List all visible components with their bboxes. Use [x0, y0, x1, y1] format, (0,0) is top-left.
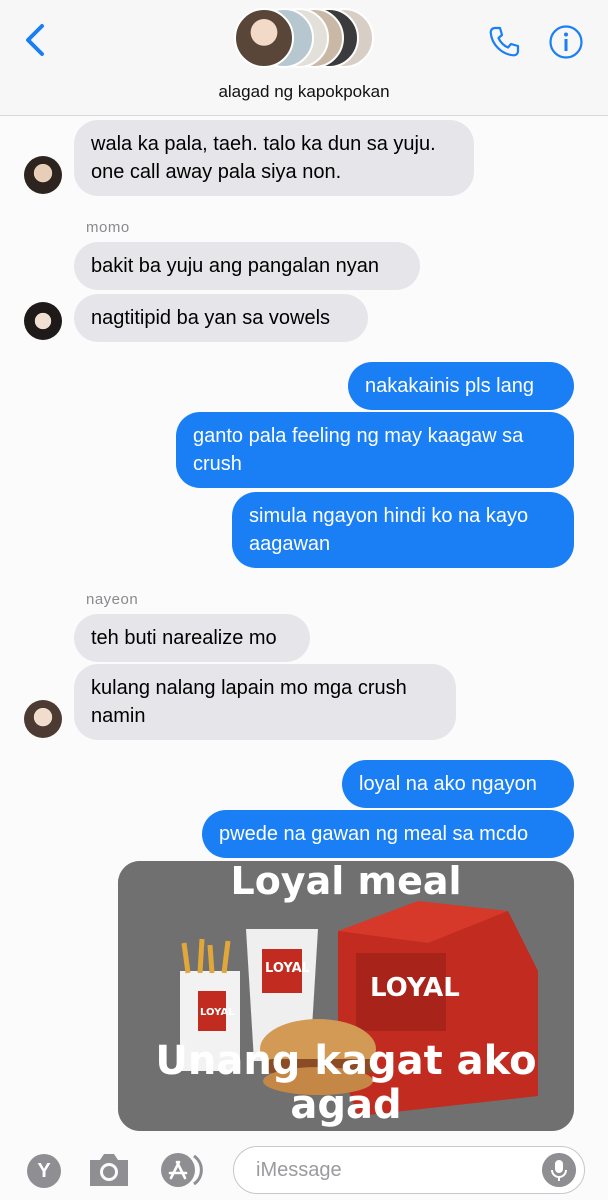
fries-label: LOYAL	[200, 1007, 235, 1018]
info-icon[interactable]	[548, 24, 584, 60]
group-name[interactable]: alagad ng kapokpokan	[0, 82, 608, 102]
box-label: LOYAL	[370, 973, 460, 1003]
microphone-icon[interactable]	[542, 1153, 576, 1187]
group-member-avatar	[234, 8, 294, 68]
message-input[interactable]: iMessage	[233, 1146, 585, 1194]
outgoing-message[interactable]: nakakainis pls lang	[348, 362, 574, 410]
sender-avatar[interactable]	[24, 156, 62, 194]
yahoo-app-icon[interactable]: Y	[27, 1154, 61, 1188]
conversation-header: alagad ng kapokpokan	[0, 0, 608, 116]
phone-icon[interactable]	[486, 24, 522, 60]
incoming-message[interactable]: nagtitipid ba yan sa vowels	[74, 294, 368, 342]
cup-label: LOYAL	[265, 961, 310, 976]
sender-name: momo	[86, 219, 130, 236]
outgoing-message[interactable]: simula ngayon hindi ko na kayo aagawan	[232, 492, 574, 568]
group-avatar-stack[interactable]	[234, 8, 374, 70]
sender-name: nayeon	[86, 591, 139, 608]
incoming-message[interactable]: bakit ba yuju ang pangalan nyan	[74, 242, 420, 290]
incoming-message[interactable]: wala ka pala, taeh. talo ka dun sa yuju.…	[74, 120, 474, 196]
meme-image[interactable]: LOYAL LOYAL LOYAL Loyal meal Unang kagat…	[118, 861, 574, 1131]
incoming-message[interactable]: kulang nalang lapain mo mga crush namin	[74, 664, 456, 740]
outgoing-message[interactable]: loyal na ako ngayon	[342, 760, 574, 808]
sender-avatar[interactable]	[24, 302, 62, 340]
sender-avatar[interactable]	[24, 700, 62, 738]
app-store-icon[interactable]	[160, 1152, 210, 1188]
incoming-message[interactable]: teh buti narealize mo	[74, 614, 310, 662]
back-chevron-icon[interactable]	[22, 22, 50, 58]
meme-bottom-caption: Unang kagat ako agad	[155, 1038, 537, 1128]
outgoing-message[interactable]: ganto pala feeling ng may kaagaw sa crus…	[176, 412, 574, 488]
composer-bar: Y iMessage	[0, 1138, 608, 1200]
outgoing-message[interactable]: pwede na gawan ng meal sa mcdo	[202, 810, 574, 858]
meme-top-caption: Loyal meal	[230, 861, 462, 903]
message-input-placeholder: iMessage	[256, 1159, 342, 1181]
camera-icon[interactable]	[86, 1150, 132, 1190]
